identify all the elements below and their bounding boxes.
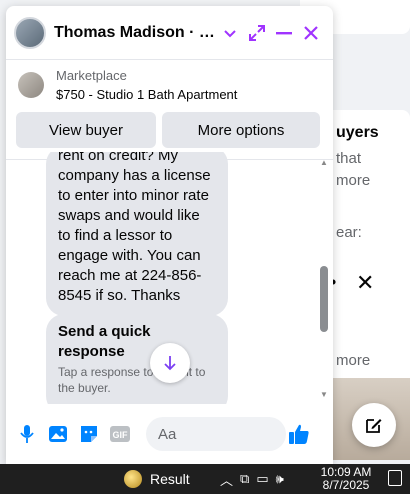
microphone-icon[interactable] [16, 423, 38, 445]
listing-source: Marketplace [56, 68, 127, 83]
quick-response-card[interactable]: Send a quick response Tap a response to … [46, 314, 228, 404]
chat-title[interactable]: Thomas Madison · Studio 1 Bath Apartment [54, 24, 217, 42]
more-options-button[interactable]: More options [162, 112, 320, 148]
background-close-icon[interactable]: ✕ [356, 270, 374, 296]
listing-title[interactable]: $750 - Studio 1 Bath Apartment [56, 87, 237, 102]
expand-icon[interactable] [244, 19, 271, 47]
system-tray: ︿ ⧉ ▭ 🕪 [220, 464, 284, 494]
close-icon[interactable] [298, 19, 325, 47]
chevron-down-icon[interactable] [217, 19, 244, 47]
svg-text:GIF: GIF [113, 430, 129, 440]
background-text: that [336, 150, 362, 167]
quick-response-title: Send a quick response [58, 323, 151, 360]
tray-network-icon[interactable]: ▭ [256, 471, 268, 487]
background-more-link[interactable]: more [336, 352, 370, 369]
image-icon[interactable] [47, 423, 69, 445]
like-icon[interactable] [288, 423, 310, 445]
gif-icon[interactable]: GIF [109, 423, 131, 445]
notification-icon[interactable] [388, 470, 402, 486]
message-bubble: rent on credit? My company has a license… [46, 152, 228, 316]
message-input-placeholder: Aa [158, 425, 177, 443]
taskbar-app-label: Result [150, 471, 190, 487]
quick-response-subtitle: Tap a response to send it to the buyer. [58, 365, 206, 395]
tray-chevron-up-icon[interactable]: ︿ [220, 470, 233, 489]
minimize-icon[interactable] [271, 19, 298, 47]
listing-thumbnail[interactable] [18, 72, 44, 98]
background-heading: uyers [336, 124, 379, 141]
listing-card: Marketplace $750 - Studio 1 Bath Apartme… [6, 60, 333, 160]
chat-header: Thomas Madison · Studio 1 Bath Apartment [6, 6, 333, 60]
background-text: more [336, 172, 371, 189]
taskbar-app[interactable]: Result [124, 464, 190, 494]
result-app-icon [124, 470, 142, 488]
scroll-to-bottom-button[interactable] [150, 343, 190, 383]
message-input[interactable]: Aa [146, 417, 286, 451]
tray-meet-icon[interactable]: ⧉ [240, 471, 249, 487]
tray-volume-icon[interactable]: 🕪 [276, 471, 284, 487]
chat-window: Thomas Madison · Studio 1 Bath Apartment… [6, 6, 333, 464]
scrollbar-thumb[interactable] [320, 266, 328, 332]
sticker-icon[interactable] [78, 423, 100, 445]
taskbar-clock[interactable]: 10:09 AM 8/7/2025 [318, 466, 374, 492]
taskbar: Result ︿ ⧉ ▭ 🕪 10:09 AM 8/7/2025 [0, 464, 410, 494]
background-text: ear: [336, 224, 362, 241]
scrollbar[interactable]: ▲ ▼ [318, 152, 330, 404]
new-message-button[interactable] [352, 403, 396, 447]
avatar[interactable] [14, 16, 46, 49]
message-thread[interactable]: rent on credit? My company has a license… [6, 152, 333, 404]
composer: GIF Aa [6, 414, 333, 454]
scroll-down-arrow-icon[interactable]: ▼ [320, 390, 328, 399]
view-buyer-button[interactable]: View buyer [16, 112, 156, 148]
scroll-up-arrow-icon[interactable]: ▲ [320, 158, 328, 167]
taskbar-date: 8/7/2025 [322, 478, 370, 492]
compose-icon [366, 419, 382, 433]
arrow-down-icon [164, 356, 176, 371]
